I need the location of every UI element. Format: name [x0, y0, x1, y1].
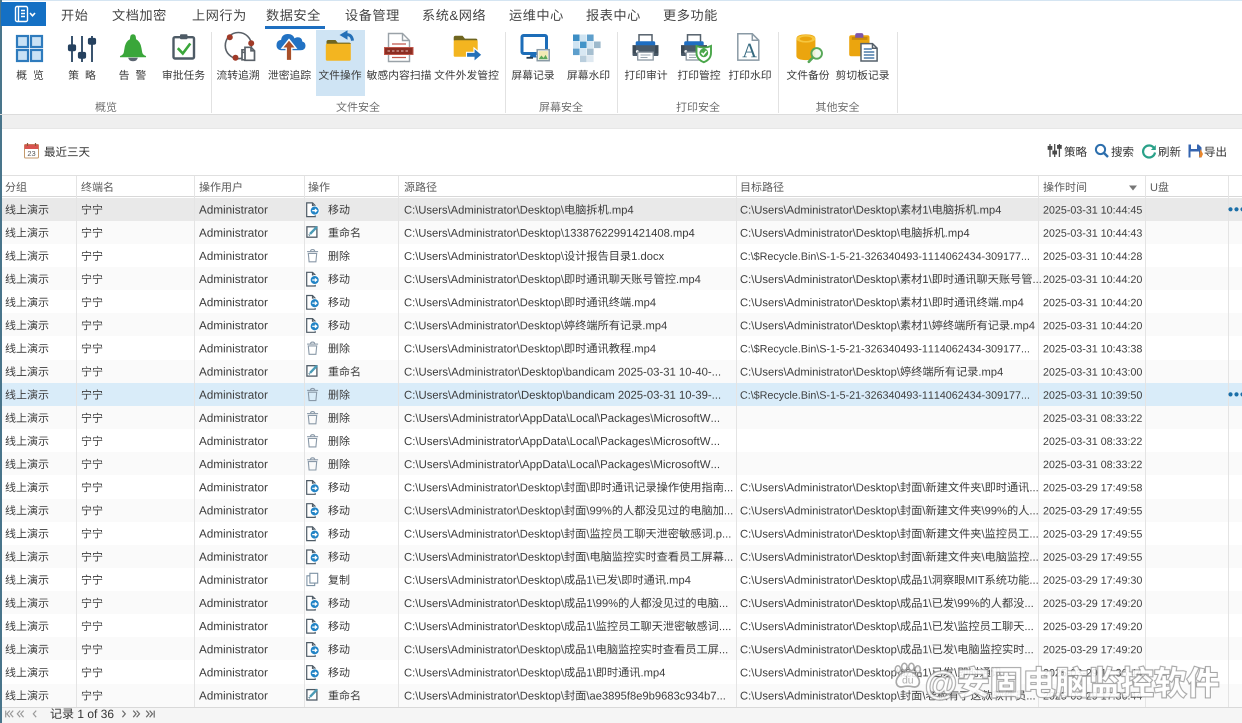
svg-text:23: 23: [27, 149, 35, 158]
svg-text:du: du: [902, 675, 914, 687]
